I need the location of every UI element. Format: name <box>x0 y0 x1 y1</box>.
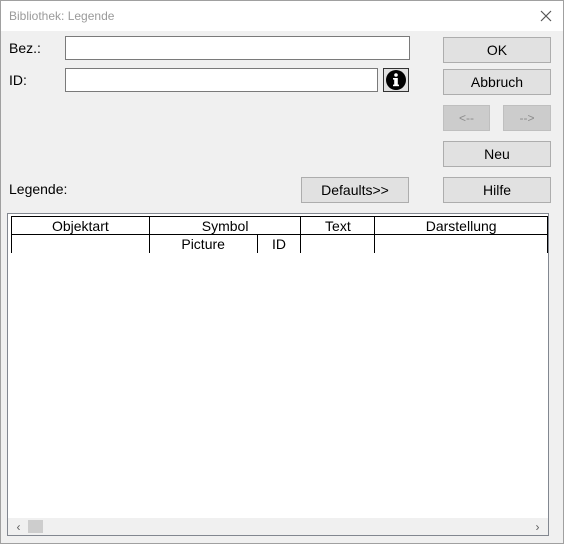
neu-button[interactable]: Neu <box>443 141 551 167</box>
subheader-empty-objektart <box>11 234 150 253</box>
title-bar: Bibliothek: Legende <box>1 1 563 31</box>
bez-field-box <box>65 36 410 60</box>
grid-header: Objektart Symbol Text Darstellung Pictur… <box>11 216 548 253</box>
header-text[interactable]: Text <box>300 216 376 235</box>
defaults-button[interactable]: Defaults>> <box>301 177 409 203</box>
id-label: ID: <box>9 72 27 88</box>
window-title: Bibliothek: Legende <box>9 9 115 23</box>
next-button[interactable]: --> <box>503 105 551 131</box>
legende-label: Legende: <box>9 181 68 197</box>
bez-label: Bez.: <box>9 40 41 56</box>
subheader-picture[interactable]: Picture <box>148 234 258 253</box>
info-button[interactable] <box>383 68 409 92</box>
close-icon <box>540 10 552 22</box>
horizontal-scrollbar[interactable]: ‹ › <box>8 518 548 535</box>
scroll-right-icon[interactable]: › <box>529 518 546 535</box>
bez-input[interactable] <box>66 37 409 59</box>
subheader-id[interactable]: ID <box>256 234 302 253</box>
hilfe-button[interactable]: Hilfe <box>443 177 551 203</box>
subheader-empty-darstellung <box>374 234 548 253</box>
scroll-thumb[interactable] <box>28 520 43 533</box>
header-darstellung[interactable]: Darstellung <box>374 216 548 235</box>
header-objektart[interactable]: Objektart <box>11 216 150 235</box>
info-icon <box>386 70 406 90</box>
subheader-empty-text <box>300 234 376 253</box>
close-button[interactable] <box>533 3 559 29</box>
ok-button[interactable]: OK <box>443 37 551 63</box>
scroll-left-icon[interactable]: ‹ <box>10 518 27 535</box>
id-input[interactable] <box>66 69 377 91</box>
abbruch-button[interactable]: Abbruch <box>443 69 551 95</box>
prev-button[interactable]: <-- <box>443 105 490 131</box>
header-symbol[interactable]: Symbol <box>148 216 302 235</box>
legend-dialog: Bibliothek: Legende Bez.: ID: OK Abbruch… <box>0 0 564 544</box>
legend-grid[interactable]: Objektart Symbol Text Darstellung Pictur… <box>7 213 549 536</box>
id-field-box <box>65 68 378 92</box>
